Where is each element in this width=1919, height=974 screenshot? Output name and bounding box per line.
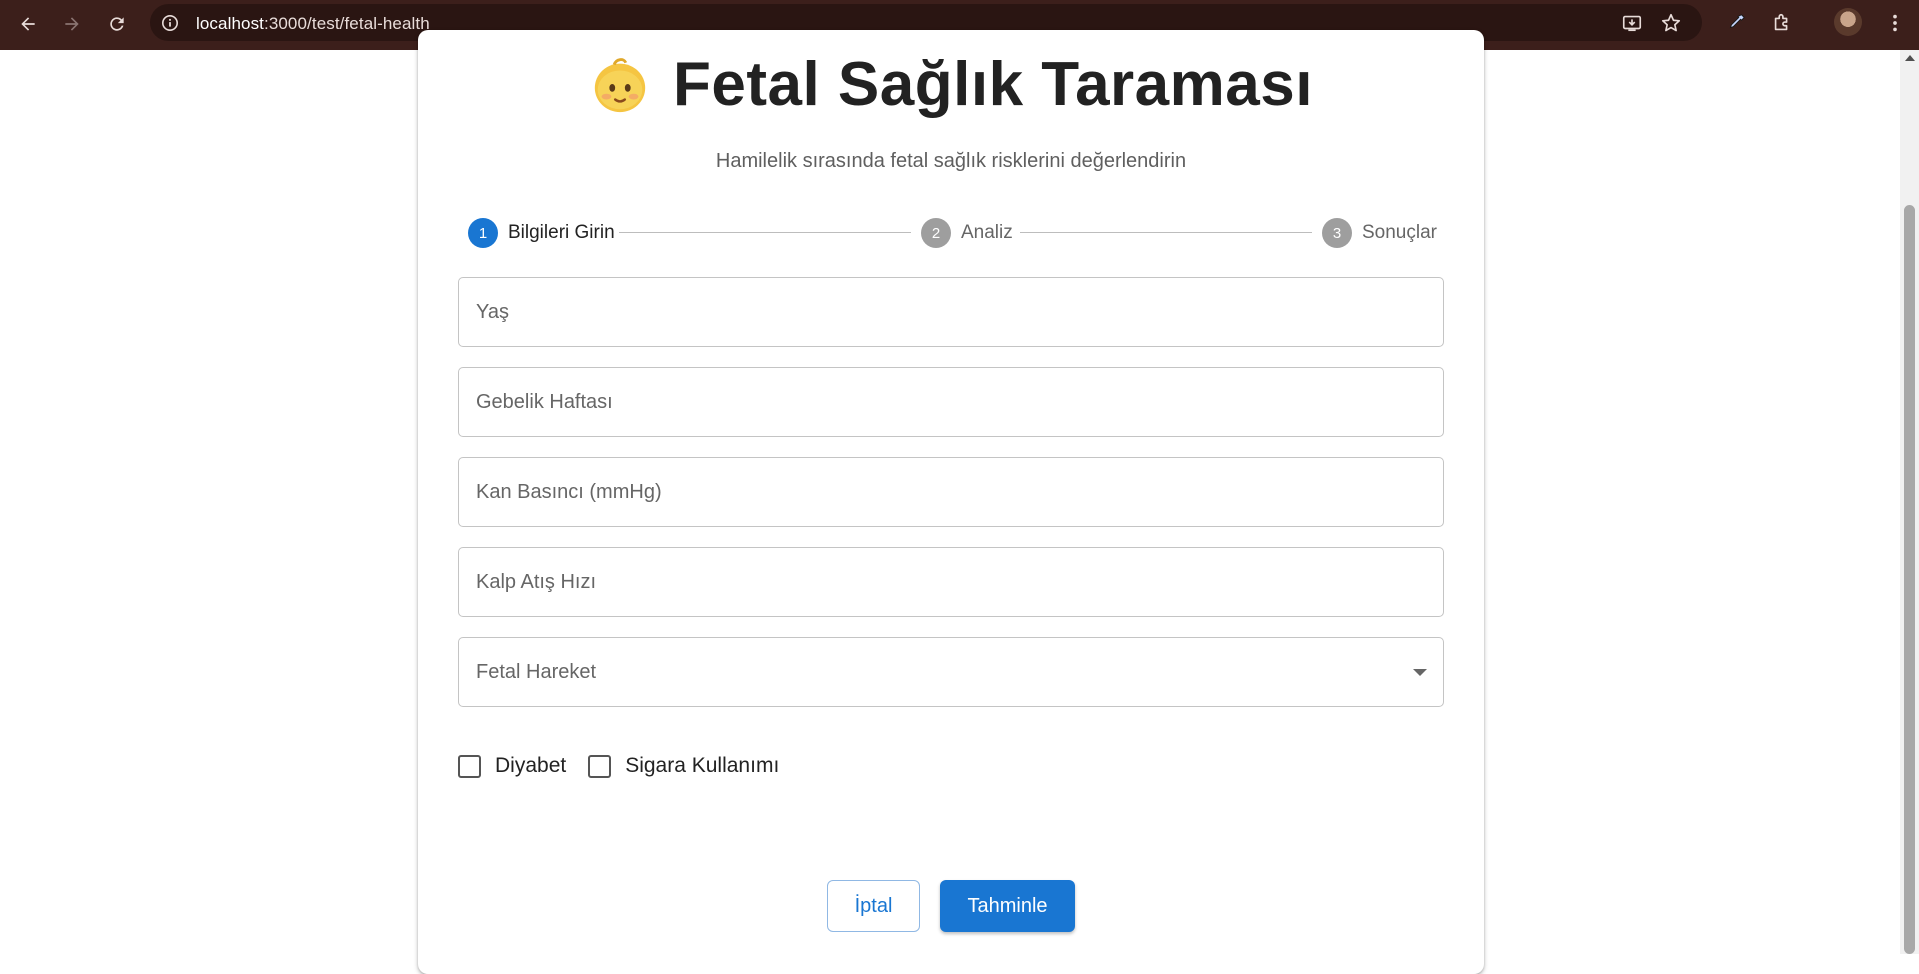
step-enter-info: 1 Bilgileri Girin — [468, 217, 615, 249]
page-scrollbar[interactable] — [1900, 50, 1919, 954]
arrow-left-icon — [21, 17, 35, 31]
title-row: Fetal Sağlık Taraması — [418, 30, 1484, 138]
step-analysis: 2 Analiz — [921, 217, 1013, 249]
baby-emoji-icon — [589, 53, 651, 115]
step-connector — [619, 232, 911, 233]
profile-avatar[interactable] — [1834, 8, 1862, 36]
step-label: Analiz — [961, 222, 1013, 243]
age-field-label: Yaş — [476, 301, 509, 323]
checkbox-box[interactable] — [588, 754, 612, 778]
arrow-right-icon — [65, 17, 79, 31]
scrollbar-thumb[interactable] — [1904, 205, 1915, 954]
checkbox-label: Sigara Kullanımı — [625, 754, 780, 777]
reload-button[interactable] — [101, 8, 133, 40]
blood-pressure-field-label: Kan Basıncı (mmHg) — [476, 481, 662, 503]
heart-rate-field[interactable]: Kalp Atış Hızı — [458, 547, 1444, 617]
url-text: localhost:3000/test/fetal-health — [196, 14, 430, 34]
page-viewport: Fetal Sağlık Taraması Hamilelik sırasınd… — [0, 30, 1900, 974]
kebab-menu-icon[interactable] — [1880, 8, 1910, 38]
fetal-movement-select[interactable]: Fetal Hareket — [458, 637, 1444, 707]
checkbox-label: Diyabet — [495, 754, 567, 777]
step-connector — [1020, 232, 1312, 233]
puzzle-icon[interactable] — [1767, 8, 1797, 38]
url-path: :3000/test/fetal-health — [264, 14, 430, 33]
step-number: 3 — [1322, 218, 1352, 248]
checkbox-box[interactable] — [458, 754, 481, 778]
fetal-movement-select-label: Fetal Hareket — [476, 661, 597, 683]
cancel-button[interactable]: İptal — [827, 880, 920, 932]
gestation-week-field[interactable]: Gebelik Haftası — [458, 367, 1444, 437]
step-number: 1 — [468, 218, 498, 248]
forward-button[interactable] — [56, 8, 88, 40]
heart-rate-field-label: Kalp Atış Hızı — [476, 571, 597, 593]
page-title: Fetal Sağlık Taraması — [673, 49, 1313, 119]
stepper: 1 Bilgileri Girin 2 Analiz 3 Sonuçlar — [468, 217, 1438, 249]
scroll-up-icon[interactable] — [1905, 55, 1915, 61]
step-label: Bilgileri Girin — [508, 222, 615, 243]
url-host: localhost — [196, 14, 264, 33]
checkbox-group: Diyabet Sigara Kullanımı — [458, 750, 801, 782]
diabetes-checkbox[interactable]: Diyabet — [458, 754, 566, 778]
age-field[interactable]: Yaş — [458, 277, 1444, 347]
step-label: Sonuçlar — [1362, 222, 1437, 243]
screening-card: Fetal Sağlık Taraması Hamilelik sırasınd… — [418, 30, 1484, 974]
install-app-icon[interactable] — [1620, 11, 1644, 35]
chevron-down-icon[interactable] — [1413, 669, 1427, 676]
page-subtitle: Hamilelik sırasında fetal sağlık riskler… — [715, 150, 1187, 172]
reload-icon — [110, 17, 124, 31]
predict-button[interactable]: Tahminle — [940, 880, 1075, 932]
gestation-week-field-label: Gebelik Haftası — [476, 391, 613, 413]
star-icon[interactable] — [1659, 11, 1683, 35]
blood-pressure-field[interactable]: Kan Basıncı (mmHg) — [458, 457, 1444, 527]
step-number: 2 — [921, 218, 951, 248]
smoking-checkbox[interactable]: Sigara Kullanımı — [588, 754, 779, 778]
eyedropper-icon[interactable] — [1721, 8, 1751, 38]
back-button[interactable] — [12, 8, 44, 40]
step-results: 3 Sonuçlar — [1322, 217, 1437, 249]
info-icon[interactable] — [160, 13, 180, 33]
